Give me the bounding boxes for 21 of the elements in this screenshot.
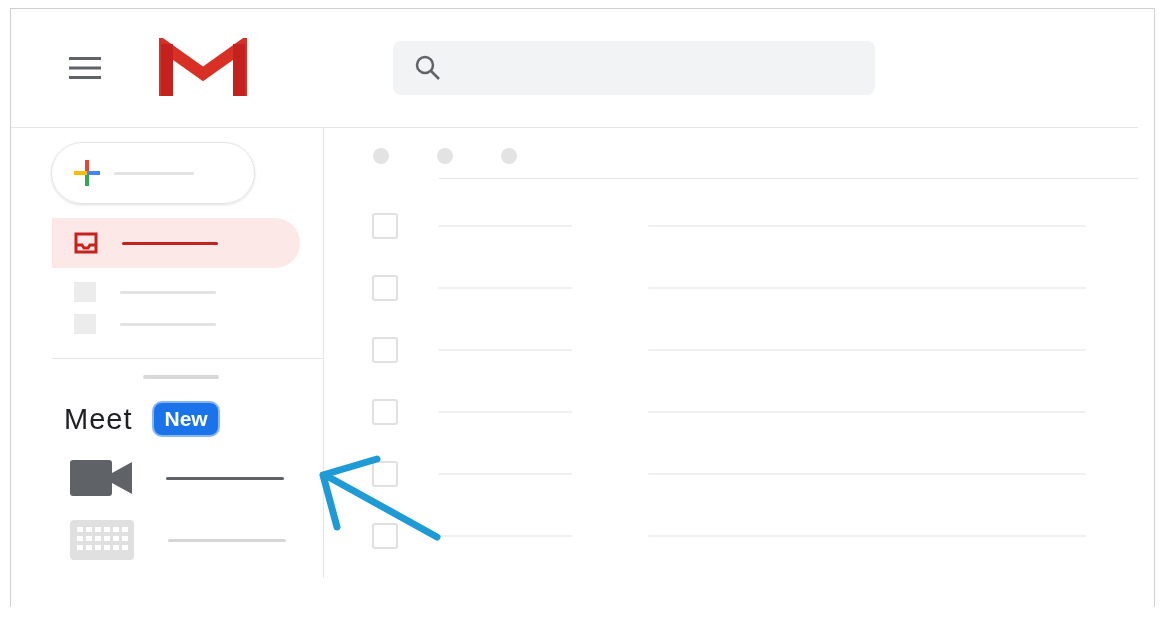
toolbar-icon[interactable]: [373, 148, 389, 164]
checkbox[interactable]: [372, 523, 398, 549]
plus-icon: [74, 160, 100, 186]
keyboard-icon: [70, 520, 134, 560]
checkbox[interactable]: [372, 337, 398, 363]
new-badge: New: [152, 401, 220, 437]
checkbox[interactable]: [372, 461, 398, 487]
toolbar-icon[interactable]: [501, 148, 517, 164]
resize-handle[interactable]: [143, 375, 219, 379]
search-field[interactable]: [393, 41, 875, 95]
search-icon: [415, 55, 441, 81]
section-title: Meet: [64, 402, 133, 436]
nav-item[interactable]: [52, 218, 300, 268]
mail-logo-icon[interactable]: [159, 38, 247, 98]
video-camera-icon: [70, 460, 132, 496]
inbox-icon: [74, 232, 98, 254]
checkbox[interactable]: [372, 213, 398, 239]
checkbox[interactable]: [372, 275, 398, 301]
toolbar-icon[interactable]: [437, 148, 453, 164]
checkbox[interactable]: [372, 399, 398, 425]
menu-icon[interactable]: [69, 56, 101, 80]
